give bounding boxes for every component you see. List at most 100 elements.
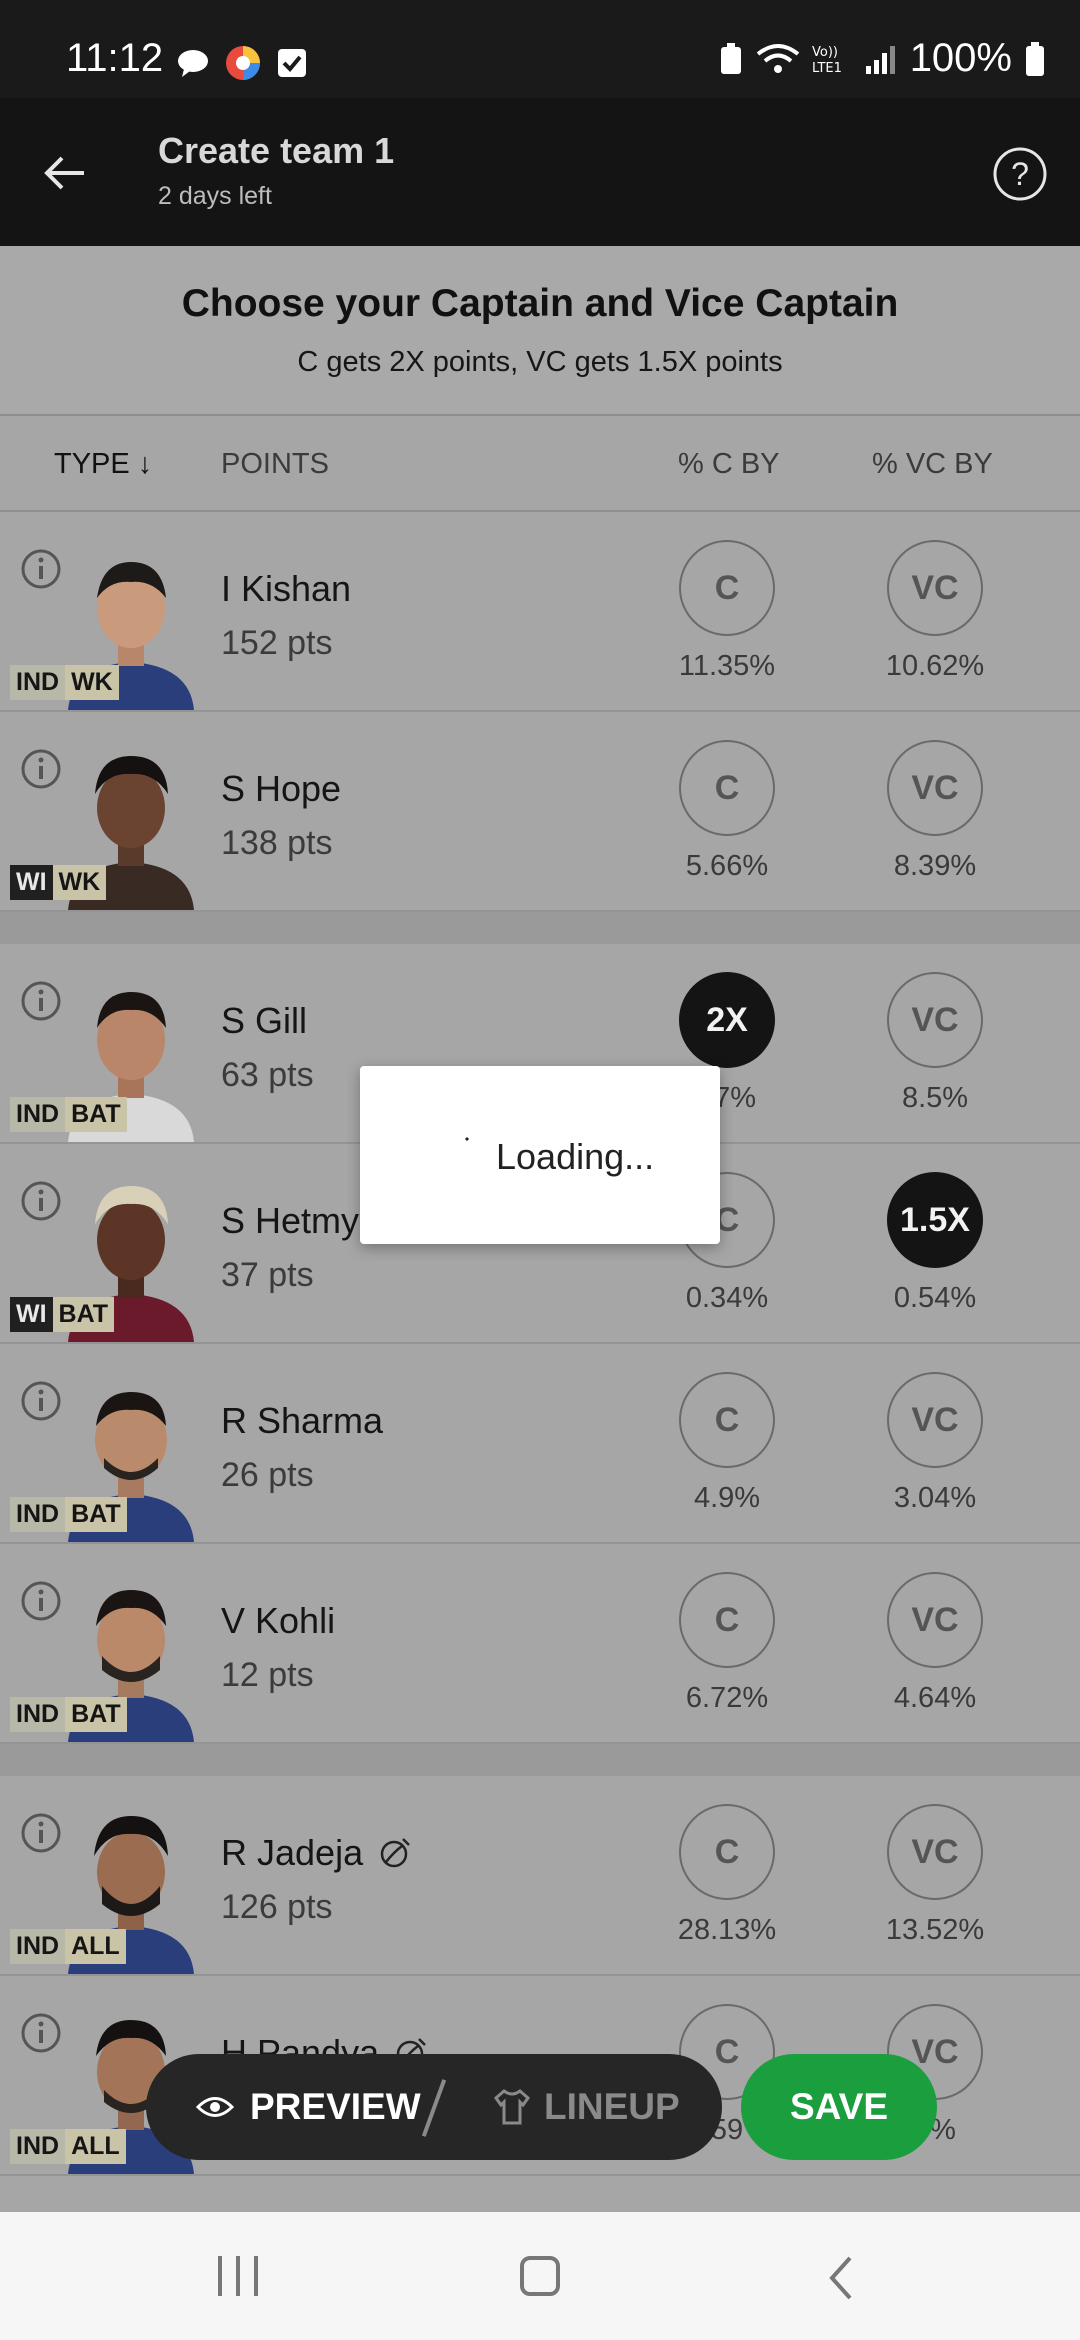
info-icon[interactable] <box>20 548 62 590</box>
player-name-text: S Gill <box>221 1000 308 1041</box>
player-badges: IND BAT <box>10 1697 127 1732</box>
player-row: IND ALL R Jadeja 126 pts C VC 28.13% 13.… <box>0 1776 1080 1976</box>
info-icon[interactable] <box>20 748 62 790</box>
team-badge: IND <box>10 1497 66 1532</box>
team-badge: IND <box>10 1929 66 1964</box>
role-badge: BAT <box>52 1297 115 1332</box>
role-badge: WK <box>65 665 119 700</box>
player-name: V Kohli <box>221 1600 335 1642</box>
eye-icon <box>196 2097 234 2117</box>
captain-button[interactable]: C <box>679 740 775 836</box>
loading-dialog: Loading... <box>360 1066 720 1244</box>
player-name-text: V Kohli <box>221 1600 336 1641</box>
svg-text:?: ? <box>1011 156 1029 192</box>
player-name-text: S Hope <box>221 768 342 809</box>
info-icon[interactable] <box>20 2012 62 2054</box>
team-badge: WI <box>10 865 53 900</box>
recents-button[interactable] <box>218 2256 258 2296</box>
captain-button[interactable]: C <box>679 1372 775 1468</box>
vice-captain-button[interactable]: VC <box>887 1572 983 1668</box>
preview-button[interactable]: PREVIEW <box>196 2054 421 2160</box>
column-header: TYPE ↓ POINTS % C BY % VC BY <box>0 416 1080 512</box>
team-badge: IND <box>10 665 66 700</box>
player-badges: IND WK <box>10 665 119 700</box>
vice-captain-button[interactable]: VC <box>887 540 983 636</box>
info-icon[interactable] <box>20 980 62 1022</box>
team-badge: WI <box>10 1297 53 1332</box>
role-badge: ALL <box>65 1929 126 1964</box>
save-button[interactable]: SAVE <box>741 2054 937 2160</box>
volte-icon: Vo))LTE1 <box>812 45 842 76</box>
vice-captain-button-selected[interactable]: 1.5X <box>887 1172 983 1268</box>
group-divider <box>0 912 1080 944</box>
player-row: IND WK I Kishan 152 pts C VC 11.35% 10.6… <box>0 512 1080 712</box>
vice-captain-button[interactable]: VC <box>887 972 983 1068</box>
player-name-text: R Sharma <box>221 1400 384 1441</box>
nav-back-icon[interactable] <box>826 2254 856 2302</box>
lineup-button[interactable]: LINEUP <box>492 2054 680 2160</box>
help-icon: ? <box>993 147 1047 201</box>
loading-text: Loading... <box>496 1136 655 1177</box>
status-bar: 11:12 Vo)) LTE1 100% <box>0 0 1080 98</box>
player-badges: IND ALL <box>10 2129 126 2164</box>
instruction-banner: Choose your Captain and Vice Captain C g… <box>0 246 1080 416</box>
sort-points-button[interactable]: POINTS <box>221 448 329 481</box>
page-title: Create team 1 <box>158 130 395 171</box>
notification-icons <box>176 44 308 82</box>
vice-captain-button[interactable]: VC <box>887 1804 983 1900</box>
captain-percent: 28.13% <box>677 1914 777 1946</box>
captain-percent: 6.72% <box>685 1682 769 1714</box>
help-button[interactable]: ? <box>990 144 1050 204</box>
info-icon[interactable] <box>20 1180 62 1222</box>
role-badge: BAT <box>65 1697 127 1732</box>
player-points: 63 pts <box>221 1056 314 1094</box>
info-icon[interactable] <box>20 1812 62 1854</box>
captain-percent: 0.34% <box>685 1282 769 1314</box>
player-row: IND BAT R Sharma 26 pts C VC 4.9% 3.04% <box>0 1344 1080 1544</box>
captain-percent: 11.35% <box>678 650 776 682</box>
arrow-left-icon <box>44 156 84 190</box>
info-icon[interactable] <box>20 1580 62 1622</box>
sort-type-button[interactable]: TYPE ↓ <box>54 448 152 481</box>
player-name: S Gill <box>221 1000 307 1042</box>
info-icon[interactable] <box>20 1380 62 1422</box>
chat-icon <box>178 50 208 77</box>
signal-icon <box>865 45 895 74</box>
player-name: R Jadeja <box>221 1832 413 1874</box>
group-divider <box>0 1744 1080 1776</box>
vice-captain-percent: 8.5% <box>901 1082 969 1114</box>
player-name: I Kishan <box>221 568 351 610</box>
player-name-text: I Kishan <box>221 568 352 609</box>
role-badge: ALL <box>65 2129 126 2164</box>
home-button[interactable] <box>520 2256 560 2296</box>
sort-vc-by-button[interactable]: % VC BY <box>872 448 993 481</box>
player-name-text: R Jadeja <box>221 1832 364 1873</box>
vice-captain-percent: 4.64% <box>893 1682 977 1714</box>
svg-text:Vo)): Vo)) <box>812 45 838 60</box>
back-button[interactable] <box>30 138 100 208</box>
player-name: S Hetmy <box>221 1200 359 1242</box>
instruction-title: Choose your Captain and Vice Captain <box>181 282 899 325</box>
bottom-action-pill: PREVIEW LINEUP <box>146 2054 722 2160</box>
vice-captain-percent: 13.52% <box>885 1914 985 1946</box>
captain-button[interactable]: C <box>679 1804 775 1900</box>
vice-captain-button[interactable]: VC <box>887 1372 983 1468</box>
player-list: IND WK I Kishan 152 pts C VC 11.35% 10.6… <box>0 512 1080 2176</box>
role-badge: WK <box>52 865 107 900</box>
captain-button-selected[interactable]: 2X <box>679 972 775 1068</box>
player-badges: IND BAT <box>10 1497 127 1532</box>
captain-button[interactable]: C <box>679 1572 775 1668</box>
preview-label: PREVIEW <box>250 2086 421 2127</box>
captain-button[interactable]: C <box>679 540 775 636</box>
role-badge: BAT <box>65 1497 127 1532</box>
player-name: R Sharma <box>221 1400 383 1442</box>
battery-saver-icon <box>720 42 741 74</box>
sort-c-by-button[interactable]: % C BY <box>678 448 780 481</box>
team-badge: IND <box>10 2129 66 2164</box>
vice-captain-percent: 8.39% <box>893 850 977 882</box>
bowling-ball-icon <box>380 1838 410 1868</box>
captain-percent: 5.66% <box>685 850 769 882</box>
vice-captain-button[interactable]: VC <box>887 740 983 836</box>
player-points: 126 pts <box>221 1888 333 1926</box>
player-points: 37 pts <box>221 1256 314 1294</box>
